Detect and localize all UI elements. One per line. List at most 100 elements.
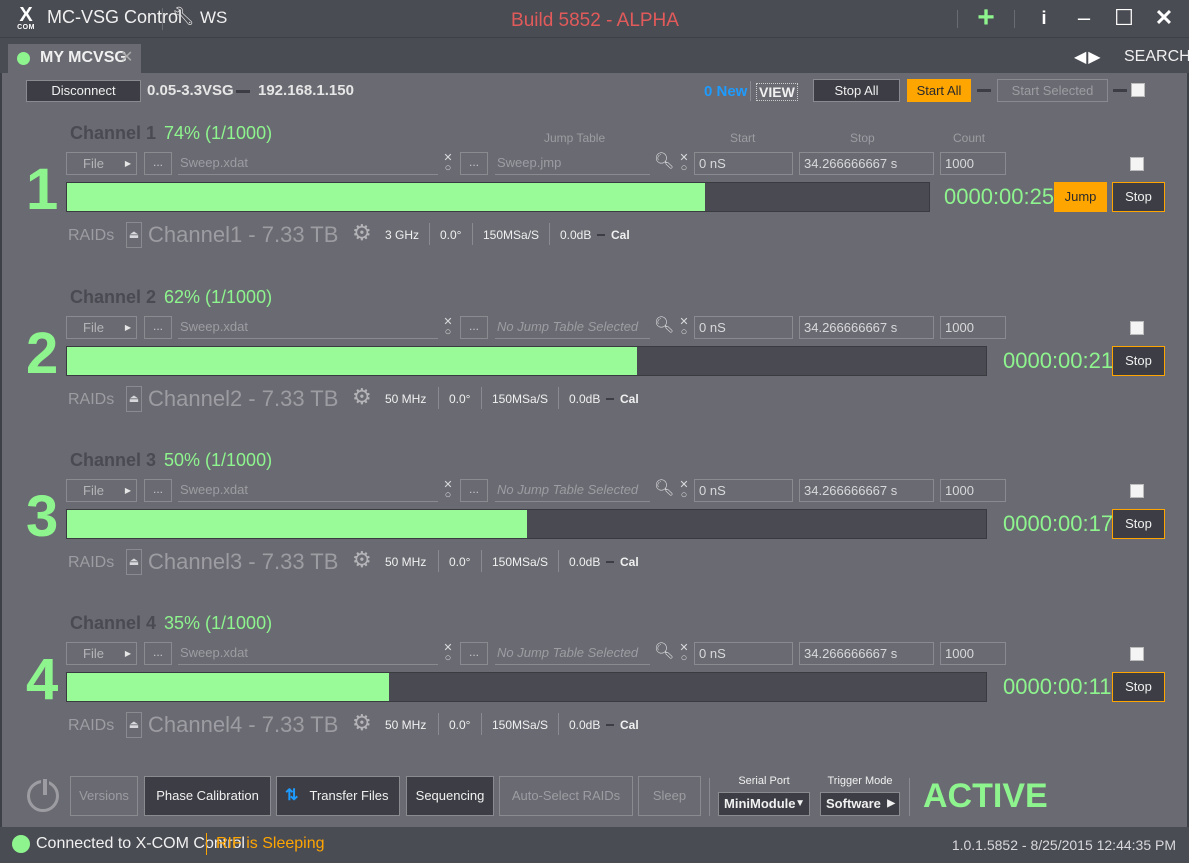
jump-table-field[interactable]: No Jump Table Selected xyxy=(495,479,650,502)
frequency-value[interactable]: 50 MHz xyxy=(385,555,426,569)
phase-calibration-button[interactable]: Phase Calibration xyxy=(144,776,271,816)
stop-all-button[interactable]: Stop All xyxy=(813,79,900,102)
browse-file-button[interactable]: ... xyxy=(144,642,172,665)
gear-icon[interactable]: ⚙ xyxy=(352,220,372,246)
sample-rate-value[interactable]: 150MSa/S xyxy=(492,392,548,406)
stop-field[interactable]: 34.266666667 s xyxy=(799,152,934,175)
disconnect-button[interactable]: Disconnect xyxy=(26,80,141,102)
sample-rate-value[interactable]: 150MSa/S xyxy=(483,228,539,242)
workspace-label[interactable]: WS xyxy=(200,8,227,28)
start-field[interactable]: 0 nS xyxy=(694,642,793,665)
power-icon[interactable] xyxy=(27,777,59,812)
sleep-button[interactable]: Sleep xyxy=(638,776,701,816)
info-icon[interactable]: i xyxy=(1026,4,1062,34)
count-field[interactable]: 1000 xyxy=(940,316,1006,339)
minimize-icon[interactable]: – xyxy=(1066,4,1102,34)
frequency-value[interactable]: 50 MHz xyxy=(385,392,426,406)
eject-icon[interactable]: ⏏ xyxy=(126,712,142,738)
browse-jump-table-button[interactable]: ... xyxy=(460,316,488,339)
start-field[interactable]: 0 nS xyxy=(694,152,793,175)
stop-field[interactable]: 34.266666667 s xyxy=(799,479,934,502)
jump-table-field[interactable]: No Jump Table Selected xyxy=(495,316,650,339)
wrench-icon[interactable]: 🔧︎ xyxy=(172,6,195,27)
gear-icon[interactable]: ⚙ xyxy=(352,547,372,573)
tab-close-icon[interactable]: ✕ xyxy=(120,47,133,67)
start-field[interactable]: 0 nS xyxy=(694,316,793,339)
serial-port-dropdown[interactable]: MiniModule ▼ xyxy=(718,792,810,816)
file-path-field[interactable]: Sweep.xdat xyxy=(178,316,438,339)
browse-jump-table-button[interactable]: ... xyxy=(460,479,488,502)
add-icon[interactable]: + xyxy=(968,3,1004,34)
close-icon[interactable]: ✕ xyxy=(1146,4,1182,34)
sample-rate-value[interactable]: 150MSa/S xyxy=(492,718,548,732)
trigger-mode-dropdown[interactable]: Software ▶ xyxy=(820,792,900,816)
jump-table-field[interactable]: Sweep.jmp xyxy=(495,152,650,175)
frequency-value[interactable]: 3 GHz xyxy=(385,228,419,242)
clear-file-icon[interactable]: ✕ ○ xyxy=(442,317,454,338)
gain-value[interactable]: 0.0dB xyxy=(569,555,600,569)
browse-file-button[interactable]: ... xyxy=(144,152,172,175)
count-field[interactable]: 1000 xyxy=(940,152,1006,175)
gear-icon[interactable]: ⚙ xyxy=(352,384,372,410)
file-path-field[interactable]: Sweep.xdat xyxy=(178,152,438,175)
file-path-field[interactable]: Sweep.xdat xyxy=(178,642,438,665)
browse-file-button[interactable]: ... xyxy=(144,479,172,502)
phase-value[interactable]: 0.0° xyxy=(449,392,470,406)
search-icon[interactable]: 🔍︎ xyxy=(654,315,674,335)
eject-icon[interactable]: ⏏ xyxy=(126,549,142,575)
maximize-icon[interactable]: ☐ xyxy=(1106,4,1142,34)
transfer-files-button[interactable]: ⇅ Transfer Files xyxy=(276,776,400,816)
channel-stop-button[interactable]: Stop xyxy=(1112,346,1165,376)
channel-stop-button[interactable]: Stop xyxy=(1112,509,1165,539)
clear-file-icon[interactable]: ✕ ○ xyxy=(442,643,454,664)
stop-field[interactable]: 34.266666667 s xyxy=(799,642,934,665)
gain-value[interactable]: 0.0dB xyxy=(569,392,600,406)
phase-value[interactable]: 0.0° xyxy=(449,718,470,732)
cal-button[interactable]: Cal xyxy=(611,228,630,242)
file-button[interactable]: File ▶ xyxy=(66,316,137,339)
search-icon[interactable]: 🔍︎ xyxy=(654,641,674,661)
gain-value[interactable]: 0.0dB xyxy=(569,718,600,732)
phase-value[interactable]: 0.0° xyxy=(440,228,461,242)
clear-jump-table-icon[interactable]: ✕ ○ xyxy=(678,317,690,338)
clear-file-icon[interactable]: ✕ ○ xyxy=(442,480,454,501)
gear-icon[interactable]: ⚙ xyxy=(352,710,372,736)
eject-icon[interactable]: ⏏ xyxy=(126,386,142,412)
channel-select-checkbox[interactable] xyxy=(1130,647,1144,661)
browse-file-button[interactable]: ... xyxy=(144,316,172,339)
jump-button[interactable]: Jump xyxy=(1054,182,1107,212)
view-button[interactable]: VIEW xyxy=(756,83,798,101)
browse-jump-table-button[interactable]: ... xyxy=(460,152,488,175)
channel-stop-button[interactable]: Stop xyxy=(1112,672,1165,702)
jump-table-field[interactable]: No Jump Table Selected xyxy=(495,642,650,665)
search-icon[interactable]: 🔍︎ xyxy=(654,151,674,171)
count-field[interactable]: 1000 xyxy=(940,479,1006,502)
start-all-button[interactable]: Start All xyxy=(907,79,971,102)
sequencing-button[interactable]: Sequencing xyxy=(406,776,494,816)
nav-arrows-icon[interactable]: ◀▶ xyxy=(1074,47,1103,67)
clear-jump-table-icon[interactable]: ✕ ○ xyxy=(678,153,690,174)
frequency-value[interactable]: 50 MHz xyxy=(385,718,426,732)
clear-jump-table-icon[interactable]: ✕ ○ xyxy=(678,643,690,664)
cal-button[interactable]: Cal xyxy=(620,392,639,406)
channel-select-checkbox[interactable] xyxy=(1130,157,1144,171)
search-icon[interactable]: 🔍︎ xyxy=(654,478,674,498)
file-path-field[interactable]: Sweep.xdat xyxy=(178,479,438,502)
eject-icon[interactable]: ⏏ xyxy=(126,222,142,248)
channel-stop-button[interactable]: Stop xyxy=(1112,182,1165,212)
sample-rate-value[interactable]: 150MSa/S xyxy=(492,555,548,569)
versions-button[interactable]: Versions xyxy=(70,776,138,816)
start-field[interactable]: 0 nS xyxy=(694,479,793,502)
cal-button[interactable]: Cal xyxy=(620,555,639,569)
new-count-link[interactable]: 0 New xyxy=(704,83,747,100)
browse-jump-table-button[interactable]: ... xyxy=(460,642,488,665)
auto-select-raids-button[interactable]: Auto-Select RAIDs xyxy=(499,776,633,816)
tab-my-mcvsg[interactable]: MY MCVSG ✕ xyxy=(8,44,141,73)
stop-field[interactable]: 34.266666667 s xyxy=(799,316,934,339)
channel-select-checkbox[interactable] xyxy=(1130,484,1144,498)
count-field[interactable]: 1000 xyxy=(940,642,1006,665)
file-button[interactable]: File ▶ xyxy=(66,152,137,175)
select-all-checkbox[interactable] xyxy=(1131,83,1145,97)
file-button[interactable]: File ▶ xyxy=(66,642,137,665)
gain-value[interactable]: 0.0dB xyxy=(560,228,591,242)
